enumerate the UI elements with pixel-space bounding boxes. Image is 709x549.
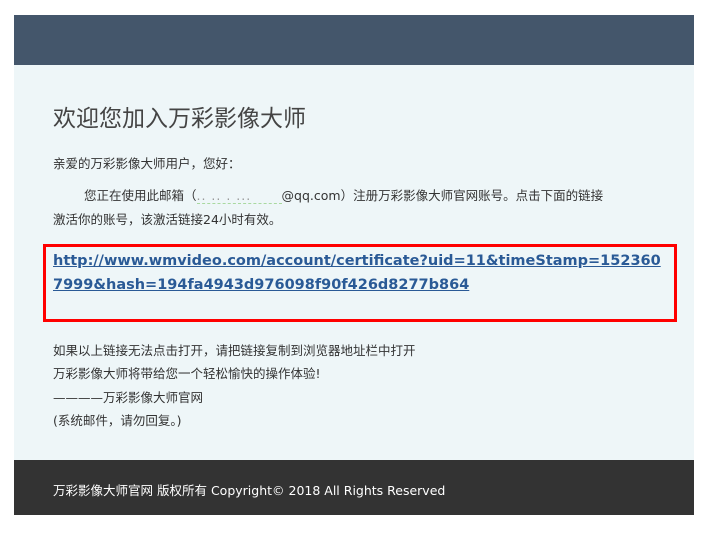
body-line-1: 您正在使用此邮箱（.. .. . ... @qq.com）注册万彩影像大师官网账号…	[84, 185, 603, 204]
email-body: 欢迎您加入万彩影像大师 亲爱的万彩影像大师用户，您好： 您正在使用此邮箱（.. …	[14, 65, 694, 460]
greeting: 亲爱的万彩影像大师用户，您好：	[53, 156, 241, 171]
note-line: 如果以上链接无法点击打开，请把链接复制到浏览器地址栏中打开	[53, 343, 416, 358]
body-suffix: ）注册万彩影像大师官网账号。点击下面的链接	[340, 188, 604, 203]
email-domain: @qq.com	[281, 188, 341, 203]
note-line: 万彩影像大师将带给您一个轻松愉快的操作体验!	[53, 366, 321, 381]
copyright-text: 万彩影像大师官网 版权所有 Copyright© 2018 All Rights…	[53, 483, 446, 498]
body-prefix: 您正在使用此邮箱（	[84, 188, 197, 203]
activation-link-box: http://www.wmvideo.com/account/certifica…	[43, 244, 677, 322]
email-header-bar	[14, 15, 694, 65]
email-masked: .. .. . ...	[196, 188, 282, 204]
email-container: 欢迎您加入万彩影像大师 亲爱的万彩影像大师用户，您好： 您正在使用此邮箱（.. …	[14, 15, 694, 515]
note-line: (系统邮件，请勿回复。)	[53, 413, 182, 428]
body-line-2: 激活你的账号，该激活链接24小时有效。	[53, 212, 282, 227]
note-line: ————万彩影像大师官网	[53, 390, 204, 405]
activation-link[interactable]: http://www.wmvideo.com/account/certifica…	[53, 253, 661, 293]
email-title: 欢迎您加入万彩影像大师	[53, 106, 306, 132]
email-footer: 万彩影像大师官网 版权所有 Copyright© 2018 All Rights…	[14, 460, 694, 515]
